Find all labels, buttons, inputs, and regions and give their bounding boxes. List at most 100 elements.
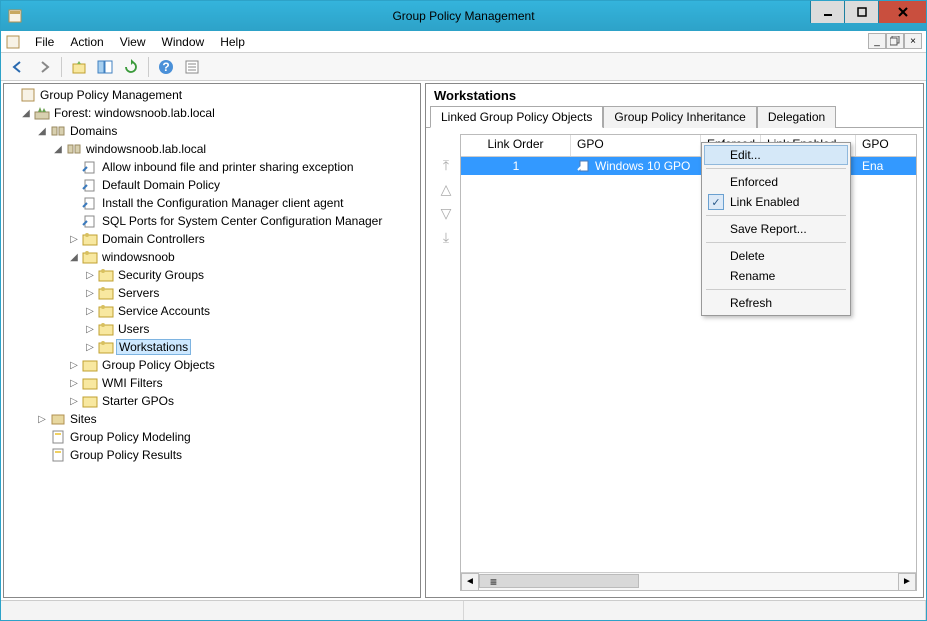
scroll-left-button[interactable]: ◄ (461, 573, 479, 591)
gpo-link-icon (82, 177, 98, 193)
ctx-link-enabled[interactable]: ✓ Link Enabled (704, 192, 848, 212)
menu-window[interactable]: Window (154, 33, 213, 51)
expand-icon[interactable]: ▷ (68, 234, 80, 245)
sites-icon (50, 411, 66, 427)
menu-file[interactable]: File (27, 33, 62, 51)
tree-wmi-filters[interactable]: ▷ WMI Filters (4, 374, 420, 392)
up-button[interactable] (68, 56, 90, 78)
tree-sites[interactable]: ▷ Sites (4, 410, 420, 428)
expand-icon[interactable]: ▷ (84, 288, 96, 299)
content-area: ▶ Group Policy Management ◢ Forest: wind… (1, 81, 926, 600)
mdi-close-button[interactable]: × (904, 33, 922, 49)
tree-gpo-link[interactable]: Install the Configuration Manager client… (4, 194, 420, 212)
ctx-edit[interactable]: Edit... (704, 145, 848, 165)
minimize-button[interactable] (810, 1, 844, 23)
tree: ▶ Group Policy Management ◢ Forest: wind… (4, 84, 420, 466)
back-button[interactable] (7, 56, 29, 78)
window-controls (810, 1, 926, 23)
tree-starter-gpos[interactable]: ▷ Starter GPOs (4, 392, 420, 410)
tree-gpo-link[interactable]: Default Domain Policy (4, 176, 420, 194)
collapse-icon[interactable]: ◢ (36, 126, 48, 137)
mdi-minimize-button[interactable]: _ (868, 33, 886, 49)
scroll-thumb[interactable]: ≡ (479, 574, 639, 588)
ctx-rename[interactable]: Rename (704, 266, 848, 286)
tree-label: Domains (68, 124, 119, 138)
col-gpo-status[interactable]: GPO (856, 135, 916, 156)
tree-ou-child[interactable]: ▷ Users (4, 320, 420, 338)
tree-ou-workstations[interactable]: ▷ Workstations (4, 338, 420, 356)
maximize-button[interactable] (844, 1, 878, 23)
tab-delegation[interactable]: Delegation (757, 106, 836, 128)
tree-label: Group Policy Management (38, 88, 184, 102)
scroll-right-button[interactable]: ► (898, 573, 916, 591)
help-button[interactable]: ? (155, 56, 177, 78)
expand-icon[interactable]: ▷ (36, 414, 48, 425)
expand-icon[interactable]: ▷ (68, 360, 80, 371)
tree-ou-child[interactable]: ▷ Service Accounts (4, 302, 420, 320)
tree-label: WMI Filters (100, 376, 165, 390)
mdi-controls: _ × (868, 33, 922, 49)
tree-label: Group Policy Objects (100, 358, 217, 372)
tab-linked-gpos[interactable]: Linked Group Policy Objects (430, 106, 603, 128)
gpm-icon (20, 87, 36, 103)
tree-modeling[interactable]: Group Policy Modeling (4, 428, 420, 446)
expand-icon[interactable]: ▷ (84, 306, 96, 317)
properties-button[interactable] (181, 56, 203, 78)
col-gpo[interactable]: GPO (571, 135, 701, 156)
toolbar-separator (61, 57, 62, 77)
mdi-restore-button[interactable] (886, 33, 904, 49)
expand-icon[interactable]: ▷ (68, 378, 80, 389)
tree-domains[interactable]: ◢ Domains (4, 122, 420, 140)
scroll-track[interactable]: ≡ (479, 573, 898, 591)
close-button[interactable] (878, 1, 926, 23)
move-down-button[interactable]: ▽ (436, 204, 456, 222)
show-hide-tree-button[interactable] (94, 56, 116, 78)
move-bottom-button[interactable]: ⤓ (436, 228, 456, 246)
cell-text: Windows 10 GPO (595, 159, 690, 173)
menu-action[interactable]: Action (62, 33, 111, 51)
tree-pane[interactable]: ▶ Group Policy Management ◢ Forest: wind… (3, 83, 421, 598)
titlebar: Group Policy Management (1, 1, 926, 31)
expand-icon[interactable]: ▷ (84, 342, 96, 353)
collapse-icon[interactable]: ◢ (52, 144, 64, 155)
tree-label: Default Domain Policy (100, 178, 222, 192)
refresh-button[interactable] (120, 56, 142, 78)
tree-label: windowsnoob (100, 250, 177, 264)
tree-label: Group Policy Modeling (68, 430, 193, 444)
expand-icon[interactable]: ▷ (84, 324, 96, 335)
collapse-icon[interactable]: ◢ (20, 108, 32, 119)
ctx-delete[interactable]: Delete (704, 246, 848, 266)
tree-label: Service Accounts (116, 304, 212, 318)
details-pane: Workstations Linked Group Policy Objects… (425, 83, 924, 598)
menu-view[interactable]: View (112, 33, 154, 51)
horizontal-scrollbar[interactable]: ◄ ≡ ► (461, 572, 916, 590)
ou-icon (82, 231, 98, 247)
move-top-button[interactable]: ⤒ (436, 156, 456, 174)
tree-gpo-container[interactable]: ▷ Group Policy Objects (4, 356, 420, 374)
ctx-refresh[interactable]: Refresh (704, 293, 848, 313)
tree-ou-child[interactable]: ▷ Servers (4, 284, 420, 302)
col-link-order[interactable]: Link Order (461, 135, 571, 156)
tab-inheritance[interactable]: Group Policy Inheritance (603, 106, 756, 128)
ou-icon (82, 249, 98, 265)
collapse-icon[interactable]: ◢ (68, 252, 80, 263)
status-cell (1, 601, 464, 620)
expand-icon[interactable]: ▷ (68, 396, 80, 407)
expand-icon[interactable]: ▷ (84, 270, 96, 281)
menu-help[interactable]: Help (212, 33, 253, 51)
tree-root[interactable]: ▶ Group Policy Management (4, 86, 420, 104)
forward-button[interactable] (33, 56, 55, 78)
tree-ou-windowsnoob[interactable]: ◢ windowsnoob (4, 248, 420, 266)
domains-icon (50, 123, 66, 139)
tree-ou-child[interactable]: ▷ Security Groups (4, 266, 420, 284)
ctx-enforced[interactable]: Enforced (704, 172, 848, 192)
move-up-button[interactable]: △ (436, 180, 456, 198)
folder-icon (82, 375, 98, 391)
tree-domain[interactable]: ◢ windowsnoob.lab.local (4, 140, 420, 158)
tree-domain-controllers[interactable]: ▷ Domain Controllers (4, 230, 420, 248)
tree-gpo-link[interactable]: Allow inbound file and printer sharing e… (4, 158, 420, 176)
ctx-save-report[interactable]: Save Report... (704, 219, 848, 239)
tree-gpo-link[interactable]: SQL Ports for System Center Configuratio… (4, 212, 420, 230)
tree-forest[interactable]: ◢ Forest: windowsnoob.lab.local (4, 104, 420, 122)
tree-results[interactable]: Group Policy Results (4, 446, 420, 464)
